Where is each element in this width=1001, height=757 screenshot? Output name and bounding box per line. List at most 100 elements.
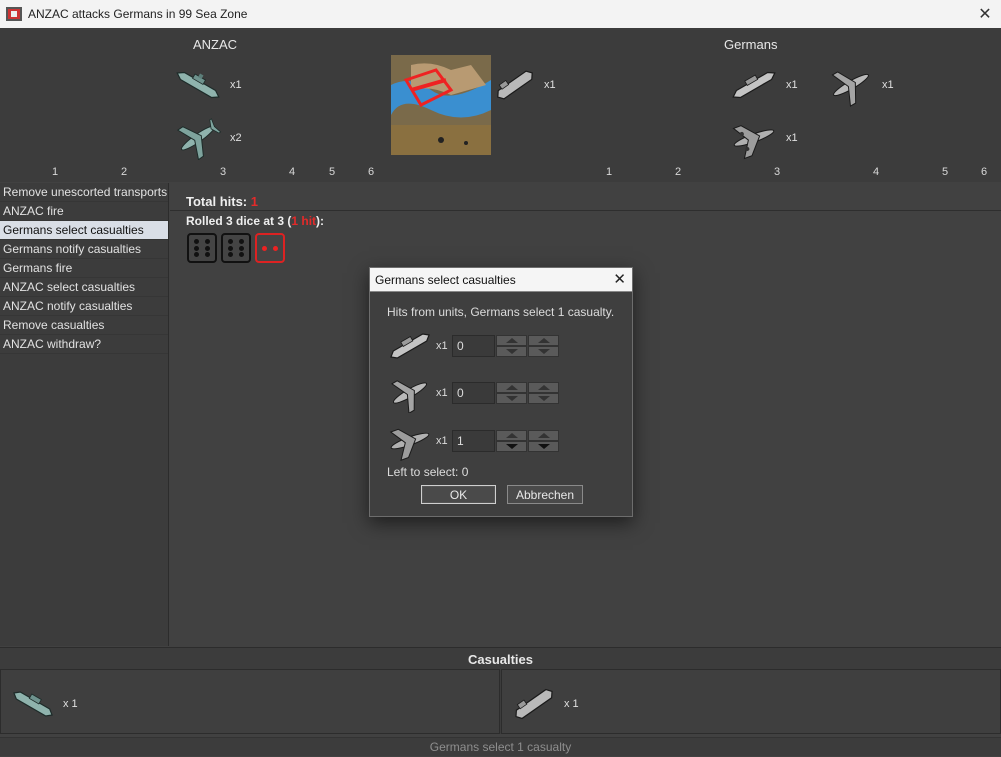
close-icon[interactable]: ✕ [975, 4, 995, 24]
ok-button[interactable]: OK [421, 485, 496, 504]
fighter-plane-icon [176, 118, 222, 160]
max-up-button[interactable] [528, 430, 559, 441]
casualty-row-battleship: x1 0 [386, 326, 559, 366]
hit-die-icon [255, 233, 285, 263]
increment-button[interactable] [496, 335, 527, 346]
sea-zone-map-icon [391, 55, 491, 155]
step-item[interactable]: ANZAC fire [0, 202, 168, 221]
die-column-label: 2 [121, 166, 128, 178]
unit-count: x1 [786, 79, 798, 91]
window-title: ANZAC attacks Germans in 99 Sea Zone [28, 7, 248, 21]
battle-steps-list: Remove unescorted transports ANZAC fire … [0, 183, 169, 646]
fighter-plane-icon [831, 71, 869, 107]
step-item[interactable]: Remove unescorted transports [0, 183, 168, 202]
attacker-name: ANZAC [193, 37, 238, 52]
defender-unit-bomber: x1 [728, 116, 798, 160]
increment-stepper[interactable] [496, 430, 527, 452]
defender-unit-fighter: x1 [826, 63, 894, 107]
increment-stepper[interactable] [496, 382, 527, 404]
divider [170, 210, 1001, 211]
step-item[interactable]: Remove casualties [0, 316, 168, 335]
dice-row [187, 233, 285, 263]
die-column-label: 1 [606, 166, 613, 178]
roll-hits: 1 hit [291, 214, 317, 228]
max-up-button[interactable] [528, 335, 559, 346]
die-column-label: 4 [873, 166, 880, 178]
max-up-button[interactable] [528, 382, 559, 393]
step-item[interactable]: ANZAC withdraw? [0, 335, 168, 354]
unit-count: x1 [436, 435, 448, 447]
max-stepper[interactable] [528, 335, 559, 357]
casualty-count-field[interactable]: 0 [452, 335, 495, 357]
max-down-button[interactable] [528, 393, 559, 404]
close-icon[interactable]: ✕ [613, 268, 626, 292]
left-to-select: Left to select: 0 [387, 465, 469, 479]
window-titlebar: ANZAC attacks Germans in 99 Sea Zone ✕ [0, 0, 1001, 28]
attacker-unit-fighter: x2 [172, 116, 242, 160]
decrement-button[interactable] [496, 393, 527, 404]
battleship-icon [390, 333, 430, 359]
die-column-label: 3 [774, 166, 781, 178]
transport-ship-icon [515, 688, 553, 720]
attacker-dice-columns: 1 2 3 4 5 6 [0, 166, 390, 182]
dialog-title: Germans select casualties [375, 273, 516, 287]
dialog-message: Hits from units, Germans select 1 casual… [387, 305, 615, 319]
total-hits: Total hits: 1 [186, 194, 258, 209]
flag-icon [6, 7, 22, 21]
casualty-row-bomber: x1 1 [386, 421, 559, 461]
battleship-icon [13, 691, 53, 717]
unit-count: x1 [230, 79, 242, 91]
defender-unit-transport: x1 [492, 63, 556, 107]
battleship-icon [732, 71, 776, 99]
step-item[interactable]: Germans notify casualties [0, 240, 168, 259]
step-item[interactable]: ANZAC notify casualties [0, 297, 168, 316]
roll-summary: Rolled 3 dice at 3 (1 hit): [186, 214, 324, 228]
decrement-button[interactable] [496, 441, 527, 452]
defender-casualties: x 1 [501, 669, 1001, 734]
unit-count: x2 [230, 132, 242, 144]
unit-count: x1 [786, 132, 798, 144]
battle-panel: ANZAC Germans x1 x2 x1 x1 x1 x1 1 2 3 4 … [0, 28, 1001, 182]
select-casualties-dialog: Germans select casualties ✕ Hits from un… [369, 267, 633, 517]
die-column-label: 6 [368, 166, 375, 178]
die-column-label: 5 [942, 166, 949, 178]
defender-name: Germans [724, 37, 778, 52]
bomber-plane-icon [389, 428, 430, 461]
dialog-titlebar: Germans select casualties ✕ [370, 268, 632, 292]
cancel-button[interactable]: Abbrechen [507, 485, 583, 504]
increment-button[interactable] [496, 382, 527, 393]
roll-prefix: Rolled 3 dice at 3 ( [186, 214, 292, 228]
step-item-selected[interactable]: Germans select casualties [0, 221, 168, 240]
casualty-count-field[interactable]: 0 [452, 382, 495, 404]
unit-count: x 1 [63, 698, 78, 710]
step-item[interactable]: ANZAC select casualties [0, 278, 168, 297]
fighter-plane-icon [391, 380, 428, 413]
decrement-button[interactable] [496, 346, 527, 357]
increment-stepper[interactable] [496, 335, 527, 357]
battleship-icon [176, 71, 220, 99]
max-stepper[interactable] [528, 430, 559, 452]
die-column-label: 4 [289, 166, 296, 178]
unit-count: x 1 [564, 698, 579, 710]
defender-dice-columns: 1 2 3 4 5 6 [490, 166, 1001, 182]
roll-suffix: ): [316, 214, 325, 228]
bomber-plane-icon [732, 125, 775, 160]
step-item[interactable]: Germans fire [0, 259, 168, 278]
total-hits-value: 1 [250, 194, 258, 209]
unit-count: x1 [544, 79, 556, 91]
unit-count: x1 [436, 387, 448, 399]
transport-ship-icon [497, 70, 533, 100]
max-down-button[interactable] [528, 441, 559, 452]
unit-count: x1 [436, 340, 448, 352]
die-column-label: 5 [329, 166, 336, 178]
casualty-unit: x 1 [510, 684, 579, 724]
casualty-unit: x 1 [9, 684, 78, 724]
casualty-count-field[interactable]: 1 [452, 430, 495, 452]
casualties-title: Casualties [467, 652, 534, 667]
status-bar: Germans select 1 casualty [0, 737, 1001, 756]
max-stepper[interactable] [528, 382, 559, 404]
increment-button[interactable] [496, 430, 527, 441]
die-column-label: 2 [675, 166, 682, 178]
die-column-label: 1 [52, 166, 59, 178]
max-down-button[interactable] [528, 346, 559, 357]
